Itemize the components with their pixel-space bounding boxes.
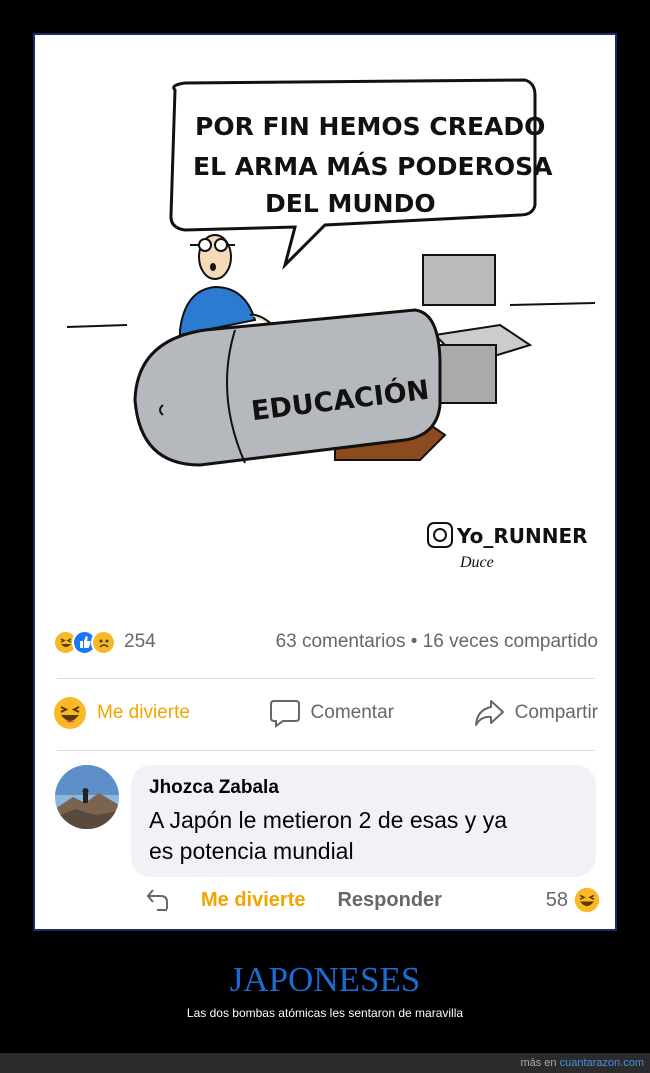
comic-image: POR FIN HEMOS CREADO EL ARMA MÁS PODEROS… — [35, 35, 615, 620]
post-stats: 254 63 comentarios • 16 veces compartido — [53, 627, 598, 657]
comment-react-button[interactable]: Me divierte — [201, 889, 305, 912]
comic-signature-2: Duce — [459, 554, 494, 571]
comment-icon — [269, 700, 300, 728]
share-icon — [474, 700, 504, 726]
comment-reaction-count[interactable]: 58 — [546, 887, 600, 913]
comment-text-line-2: es potencia mundial — [149, 838, 354, 864]
footer-prefix: más en — [520, 1057, 557, 1069]
react-button[interactable]: Me divierte — [53, 696, 190, 730]
react-label: Me divierte — [97, 702, 190, 723]
share-button[interactable]: Compartir — [473, 698, 598, 728]
comment-text-line-1: A Japón le metieron 2 de esas y ya — [149, 807, 507, 833]
comment-actions: Me divierte Responder 58 — [145, 885, 600, 915]
bomb-fin-top — [422, 254, 496, 306]
post-frame: POR FIN HEMOS CREADO EL ARMA MÁS PODEROS… — [33, 33, 617, 931]
divider — [57, 678, 595, 679]
reply-button[interactable]: Responder — [337, 889, 441, 912]
footer-site-link[interactable]: cuantarazon.com — [560, 1057, 644, 1069]
instagram-icon — [427, 522, 453, 548]
page-subtitle: Las dos bombas atómicas les sentaron de … — [186, 1006, 464, 1020]
sad-reaction-icon — [91, 629, 116, 655]
comic-signature: Yo_RUNNER — [456, 524, 588, 548]
speech-line-3: DEL MUNDO — [265, 189, 436, 218]
reply-arrow-icon — [146, 889, 168, 911]
comment-author[interactable]: Jhozca Zabala — [149, 777, 578, 799]
avatar[interactable] — [55, 765, 119, 829]
speech-line-1: POR FIN HEMOS CREADO — [195, 112, 545, 141]
comment-label: Comentar — [310, 702, 394, 723]
comment-button[interactable]: Comentar — [269, 698, 394, 728]
share-label: Compartir — [514, 702, 598, 723]
reaction-icons[interactable] — [53, 629, 116, 655]
page-title[interactable]: JAPONESES — [0, 960, 650, 1000]
comment-bubble: Jhozca Zabala A Japón le metieron 2 de e… — [131, 765, 596, 877]
speech-line-2: EL ARMA MÁS PODEROSA — [193, 152, 553, 181]
reaction-count[interactable]: 254 — [124, 631, 156, 653]
footer: más en cuantarazon.com — [0, 1053, 650, 1073]
haha-icon — [574, 887, 600, 913]
comment-count-value: 58 — [545, 888, 568, 911]
divider — [57, 750, 595, 751]
post-actions: Me divierte Comentar Compartir — [53, 693, 598, 733]
haha-icon — [54, 697, 86, 729]
comments-shares-summary[interactable]: 63 comentarios • 16 veces compartido — [276, 631, 598, 653]
